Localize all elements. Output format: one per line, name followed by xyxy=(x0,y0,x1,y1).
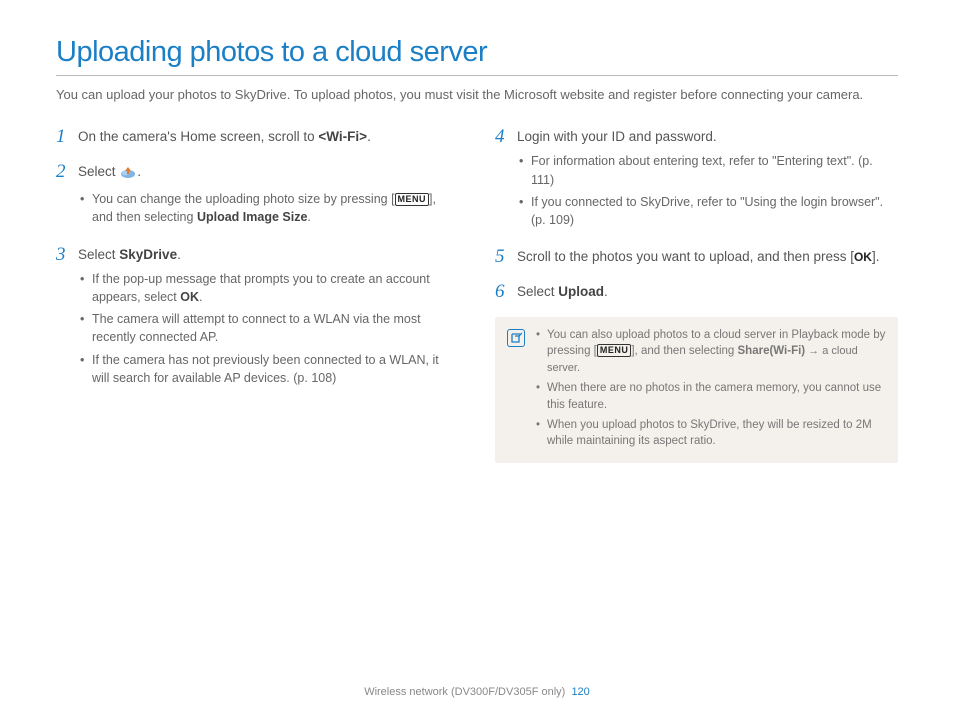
step-number: 3 xyxy=(56,245,78,391)
list-item: You can also upload photos to a cloud se… xyxy=(535,327,886,378)
step-text: . xyxy=(177,247,181,262)
list-item: The camera will attempt to connect to a … xyxy=(78,310,459,346)
list-item: If the pop-up message that prompts you t… xyxy=(78,270,459,306)
step-text: . xyxy=(367,129,371,144)
sub-text: . xyxy=(199,290,202,304)
step-text: Select xyxy=(517,284,558,299)
sub-list: If the pop-up message that prompts you t… xyxy=(78,270,459,387)
page-number: 120 xyxy=(571,686,589,698)
wifi-label: <Wi-Fi> xyxy=(318,129,367,144)
step-body: Login with your ID and password. For inf… xyxy=(517,127,898,233)
list-item: For information about entering text, ref… xyxy=(517,152,898,188)
step-text: On the camera's Home screen, scroll to xyxy=(78,129,318,144)
sub-list: For information about entering text, ref… xyxy=(517,152,898,229)
step-5: 5 Scroll to the photos you want to uploa… xyxy=(495,247,898,268)
step-body: On the camera's Home screen, scroll to <… xyxy=(78,127,459,148)
intro-text: You can upload your photos to SkyDrive. … xyxy=(56,86,898,105)
step-6: 6 Select Upload. xyxy=(495,282,898,303)
step-body: Select Upload. xyxy=(517,282,898,303)
page-title: Uploading photos to a cloud server xyxy=(56,36,898,69)
list-item: When you upload photos to SkyDrive, they… xyxy=(535,417,886,450)
step-number: 6 xyxy=(495,282,517,303)
step-text: Select xyxy=(78,164,119,179)
page-footer: Wireless network (DV300F/DV305F only) 12… xyxy=(0,686,954,698)
upload-image-size-label: Upload Image Size xyxy=(197,210,307,224)
step-number: 1 xyxy=(56,127,78,148)
step-body: Select SkyDrive. If the pop-up message t… xyxy=(78,245,459,391)
menu-button-label: MENU xyxy=(597,344,632,357)
step-text: Scroll to the photos you want to upload,… xyxy=(517,249,854,264)
step-body: Select . You can change the uploading ph… xyxy=(78,162,459,231)
note-list: You can also upload photos to a cloud se… xyxy=(535,327,886,453)
ok-label: OK xyxy=(180,290,199,304)
sub-list: You can change the uploading photo size … xyxy=(78,190,459,226)
list-item: If you connected to SkyDrive, refer to "… xyxy=(517,193,898,229)
cloud-upload-icon xyxy=(119,165,137,185)
sub-text: You can change the uploading photo size … xyxy=(92,192,395,206)
step-3: 3 Select SkyDrive. If the pop-up message… xyxy=(56,245,459,391)
list-item: When there are no photos in the camera m… xyxy=(535,380,886,413)
step-text: . xyxy=(137,164,141,179)
list-item: If the camera has not previously been co… xyxy=(78,351,459,387)
sub-text: . xyxy=(307,210,310,224)
step-number: 5 xyxy=(495,247,517,268)
content-columns: 1 On the camera's Home screen, scroll to… xyxy=(56,127,898,463)
step-4: 4 Login with your ID and password. For i… xyxy=(495,127,898,233)
skydrive-label: SkyDrive xyxy=(119,247,177,262)
left-column: 1 On the camera's Home screen, scroll to… xyxy=(56,127,459,463)
footer-section: Wireless network (DV300F/DV305F only) xyxy=(364,686,565,698)
share-wifi-label: Share(Wi-Fi) xyxy=(738,345,806,357)
sub-text: If the pop-up message that prompts you t… xyxy=(92,272,430,304)
note-icon xyxy=(507,329,525,347)
step-text: Login with your ID and password. xyxy=(517,129,717,144)
step-text: ]. xyxy=(872,249,880,264)
step-body: Scroll to the photos you want to upload,… xyxy=(517,247,898,268)
step-1: 1 On the camera's Home screen, scroll to… xyxy=(56,127,459,148)
ok-button-label: OK xyxy=(854,249,872,266)
note-box: You can also upload photos to a cloud se… xyxy=(495,317,898,463)
step-number: 2 xyxy=(56,162,78,231)
title-rule xyxy=(56,75,898,76)
step-text: . xyxy=(604,284,608,299)
step-2: 2 Select . You can change the uploading … xyxy=(56,162,459,231)
note-text: ], and then selecting xyxy=(631,345,737,357)
right-column: 4 Login with your ID and password. For i… xyxy=(495,127,898,463)
upload-label: Upload xyxy=(558,284,604,299)
list-item: You can change the uploading photo size … xyxy=(78,190,459,226)
step-number: 4 xyxy=(495,127,517,233)
step-text: Select xyxy=(78,247,119,262)
menu-button-label: MENU xyxy=(395,193,430,206)
